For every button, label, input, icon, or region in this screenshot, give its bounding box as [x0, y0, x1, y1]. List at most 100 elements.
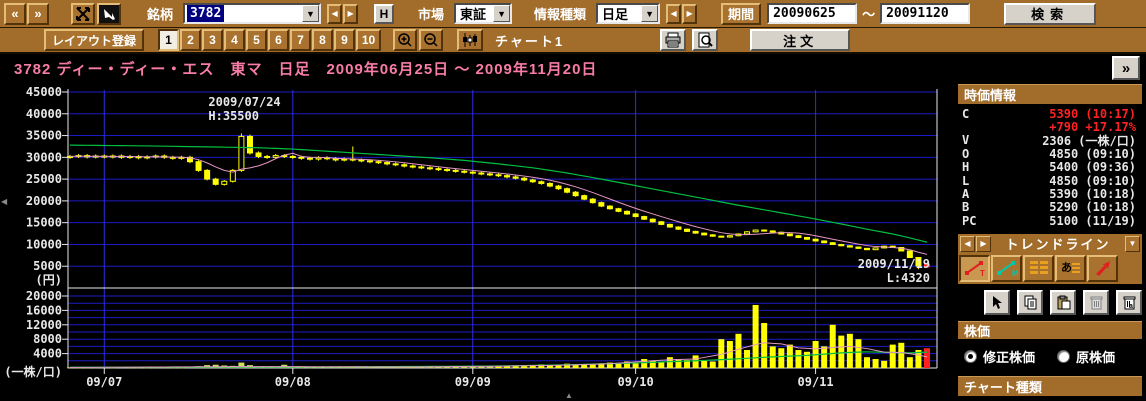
layout-number-button-1[interactable]: 1 [158, 29, 179, 51]
candlestick-view-button[interactable] [457, 29, 483, 51]
delete-all-button[interactable]: a [1116, 290, 1142, 315]
candle-body [856, 247, 861, 248]
symbol-next-button[interactable]: ▶ [343, 4, 358, 24]
period-prev-button[interactable]: ◀ [666, 4, 681, 24]
adjusted-price-radio[interactable]: 修正株価 [964, 347, 1035, 366]
volume-bar [581, 365, 587, 368]
volume-axis-label: 12000 [26, 318, 62, 332]
period-from-input[interactable] [769, 6, 855, 21]
trendline-prev-button[interactable]: ◀ [960, 236, 975, 252]
symbol-dropdown-button[interactable]: ▼ [302, 5, 319, 22]
price-axis-label: 25000 [26, 172, 62, 186]
cursor-icon [990, 295, 1004, 310]
paste-button[interactable] [1050, 290, 1076, 315]
copy-button[interactable] [1017, 290, 1043, 315]
arrow-tool-button[interactable] [1087, 255, 1118, 282]
candle-body [205, 170, 210, 179]
candle-body [530, 180, 535, 182]
nav-back-button[interactable]: « [4, 3, 26, 25]
period-from-field[interactable] [767, 3, 857, 24]
volume-bar [864, 357, 870, 368]
volume-bar [898, 343, 904, 368]
period-next-button[interactable]: ▶ [682, 4, 697, 24]
price-info-value: 5100 (11/19) [1049, 214, 1136, 228]
price-axis-label: 35000 [26, 129, 62, 143]
price-axis-label: 20000 [26, 194, 62, 208]
pan-arrows-icon [75, 6, 91, 22]
symbol-label: 銘柄 [147, 4, 173, 23]
layout-number-button-8[interactable]: 8 [312, 29, 333, 51]
candle-body [762, 230, 767, 231]
pan-mode-button[interactable] [71, 3, 95, 25]
search-button[interactable]: 検索 [1004, 3, 1096, 25]
layout-number-button-9[interactable]: 9 [334, 29, 355, 51]
symbol-input-value[interactable]: 3782 [187, 5, 224, 22]
layout-number-button-6[interactable]: 6 [268, 29, 289, 51]
layout-number-button-3[interactable]: 3 [202, 29, 223, 51]
candle-body [650, 219, 655, 222]
layout-number-button-10[interactable]: 10 [356, 29, 381, 51]
period-to-field[interactable] [880, 3, 970, 24]
layout-number-button-4[interactable]: 4 [224, 29, 245, 51]
history-button[interactable]: H [374, 4, 394, 24]
chart-name-label: チャート1 [495, 31, 564, 50]
radio-selected-icon [964, 350, 977, 363]
right-panel: 時価情報 C5390 (10:17)+790 +17.17%V2306 (一株/… [958, 84, 1142, 396]
paste-icon [1056, 295, 1071, 310]
order-button[interactable]: 注文 [750, 29, 850, 51]
select-cursor-button[interactable] [984, 290, 1010, 315]
trendline-red-icon: T [964, 259, 986, 277]
price-axis-label: 15000 [26, 216, 62, 230]
delete-button[interactable] [1083, 290, 1109, 315]
print-button[interactable] [660, 29, 686, 51]
trendline-multi-button[interactable]: M [991, 255, 1022, 282]
candle-body [822, 241, 827, 243]
bottom-resize-arrow[interactable]: ▲ [565, 392, 573, 400]
volume-axis-label: 4000 [33, 347, 62, 361]
price-info-value: 4850 (09:10) [1049, 174, 1136, 188]
arrow-ne-icon [1092, 259, 1114, 277]
left-scroll-arrow[interactable]: ◀ [1, 198, 7, 206]
candle-body [213, 179, 218, 184]
trendline-list-button[interactable] [1023, 255, 1054, 282]
nav-forward-button[interactable]: » [27, 3, 49, 25]
volume-axis-label: 16000 [26, 303, 62, 317]
pointer-mode-button[interactable] [97, 3, 121, 25]
layout-number-button-5[interactable]: 5 [246, 29, 267, 51]
price-info-value: 4850 (09:10) [1049, 147, 1136, 161]
volume-bar [847, 334, 853, 368]
candle-body [359, 160, 364, 161]
text-annotation-button[interactable]: あ [1055, 255, 1086, 282]
print-preview-button[interactable] [692, 29, 718, 51]
price-volume-chart[interactable]: 4500040000350003000025000200001500010000… [0, 82, 948, 401]
period-to-input[interactable] [882, 6, 968, 21]
candle-body [410, 166, 415, 167]
trendline-draw-button[interactable]: T [959, 255, 990, 282]
layout-register-button[interactable]: レイアウト登録 [44, 29, 144, 51]
trendline-teal-icon: M [996, 259, 1018, 277]
stock-price-header: 株価 [958, 321, 1142, 339]
trash-all-icon: a [1123, 295, 1136, 310]
trendline-dropdown-button[interactable]: ▼ [1125, 236, 1140, 252]
printer-icon [664, 32, 682, 48]
original-price-radio[interactable]: 原株価 [1057, 347, 1115, 366]
symbol-combobox[interactable]: 3782 ▼ [183, 3, 321, 24]
layout-number-button-7[interactable]: 7 [290, 29, 311, 51]
volume-bar [710, 362, 716, 368]
chart-title: 3782 ディー・ディー・エス 東マ 日足 2009年06月25日 ～ 2009… [0, 58, 597, 79]
trash-icon [1090, 295, 1103, 310]
candle-body [667, 224, 672, 227]
trendline-next-button[interactable]: ▶ [976, 236, 991, 252]
info-type-select[interactable]: 日足 ▼ [596, 3, 660, 24]
price-info-label: H [962, 160, 969, 174]
zoom-in-button[interactable] [393, 29, 417, 51]
market-select[interactable]: 東証 ▼ [454, 3, 512, 24]
market-dropdown-button[interactable]: ▼ [493, 5, 510, 22]
panel-expand-button[interactable]: » [1112, 56, 1140, 80]
zoom-out-button[interactable] [419, 29, 443, 51]
symbol-prev-button[interactable]: ◀ [327, 4, 342, 24]
candle-body [256, 153, 261, 156]
price-info-row: O4850 (09:10) [958, 147, 1142, 160]
layout-number-button-2[interactable]: 2 [180, 29, 201, 51]
info-type-dropdown-button[interactable]: ▼ [641, 5, 658, 22]
